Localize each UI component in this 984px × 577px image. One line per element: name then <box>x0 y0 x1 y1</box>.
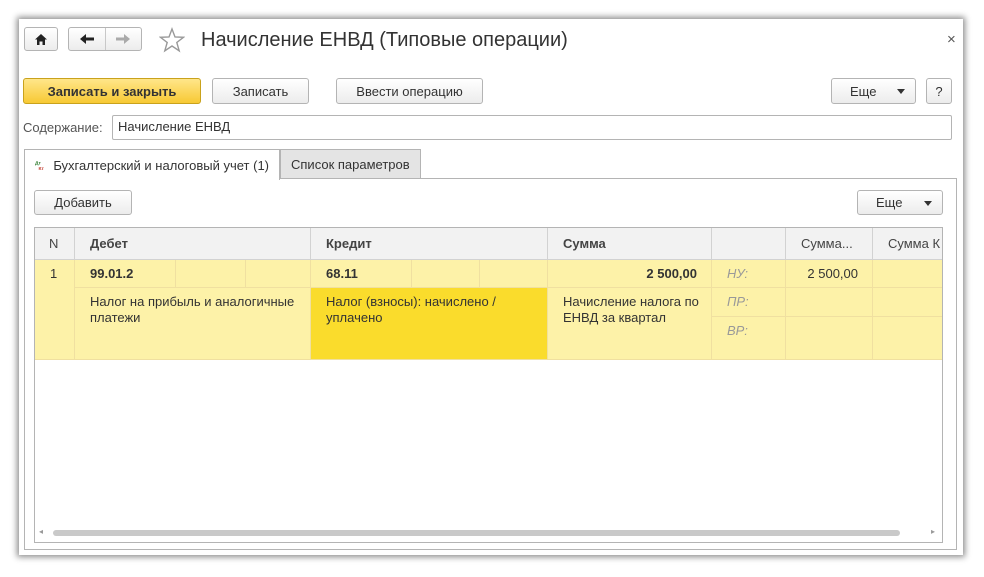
star-icon <box>158 27 186 53</box>
home-icon <box>35 33 47 45</box>
tab-accounting-label: Бухгалтерский и налоговый учет (1) <box>53 157 269 173</box>
horizontal-scrollbar[interactable] <box>53 530 900 536</box>
save-button[interactable]: Записать <box>212 78 309 104</box>
cell-debit-subconto[interactable]: Налог на прибыль и аналогичные платежи <box>75 288 311 360</box>
cell-vr-amount-k[interactable] <box>873 317 942 360</box>
column-header-tax-type[interactable] <box>712 228 786 260</box>
arrow-left-icon <box>79 34 94 44</box>
scroll-left-icon[interactable]: ◂ <box>39 527 43 536</box>
page-title: Начисление ЕНВД (Типовые операции) <box>201 29 568 51</box>
cell-pr-label: ПР: <box>712 288 786 317</box>
cell-vr-label: ВР: <box>712 317 786 360</box>
table-more-button[interactable]: Еще <box>857 190 943 215</box>
tab-parameters-label: Список параметров <box>291 157 410 172</box>
cell-nu-amount[interactable]: 2 500,00 <box>786 260 873 288</box>
form-window: Начисление ЕНВД (Типовые операции) × Зап… <box>19 19 963 555</box>
column-header-debit[interactable]: Дебет <box>75 228 311 260</box>
cell-row-number[interactable]: 1 <box>35 260 75 360</box>
forward-button[interactable] <box>104 28 142 50</box>
cell-nu-amount-k[interactable] <box>873 260 942 288</box>
cell-nu-label: НУ: <box>712 260 786 288</box>
column-header-amount[interactable]: Сумма <box>548 228 712 260</box>
triangle-down-icon <box>897 89 905 94</box>
back-button[interactable] <box>69 28 105 50</box>
content-label: Содержание: <box>23 120 103 135</box>
tab-panel-accounting: Добавить Еще N Дебет Кредит Сумма Сумма.… <box>24 178 957 550</box>
cell-debit-extra-1[interactable] <box>176 260 246 288</box>
save-and-close-button[interactable]: Записать и закрыть <box>23 78 201 104</box>
cell-amount[interactable]: 2 500,00 <box>548 260 712 288</box>
home-button[interactable] <box>24 27 58 51</box>
svg-text:Кт: Кт <box>39 166 45 172</box>
favorite-button[interactable] <box>158 27 186 53</box>
cell-credit-subconto[interactable]: Налог (взносы): начислено / уплачено <box>311 288 548 360</box>
column-header-amount-k[interactable]: Сумма К <box>873 228 942 260</box>
cell-content[interactable]: Начисление налога по ЕНВД за квартал <box>548 288 712 360</box>
cell-credit-extra-2[interactable] <box>480 260 548 288</box>
tab-parameters[interactable]: Список параметров <box>280 149 421 179</box>
cell-pr-amount-k[interactable] <box>873 288 942 317</box>
cell-debit-account[interactable]: 99.01.2 <box>75 260 176 288</box>
history-navigation <box>68 27 142 51</box>
title-bar: Начисление ЕНВД (Типовые операции) × <box>19 19 963 63</box>
help-button[interactable]: ? <box>926 78 952 104</box>
svg-text:Дт: Дт <box>35 160 42 166</box>
content-input[interactable]: Начисление ЕНВД <box>112 115 952 140</box>
scroll-right-icon[interactable]: ▸ <box>931 527 935 536</box>
cell-credit-account[interactable]: 68.11 <box>311 260 412 288</box>
close-button[interactable]: × <box>947 31 956 48</box>
tab-accounting[interactable]: Дт Кт Бухгалтерский и налоговый учет (1) <box>24 149 280 180</box>
column-header-credit[interactable]: Кредит <box>311 228 548 260</box>
more-button[interactable]: Еще <box>831 78 916 104</box>
more-button-label: Еще <box>850 83 877 99</box>
table-more-button-label: Еще <box>876 195 903 210</box>
add-button[interactable]: Добавить <box>34 190 132 215</box>
column-header-n[interactable]: N <box>35 228 75 260</box>
cell-debit-extra-2[interactable] <box>246 260 311 288</box>
cell-pr-amount[interactable] <box>786 288 873 317</box>
cell-vr-amount[interactable] <box>786 317 873 360</box>
enter-operation-button[interactable]: Ввести операцию <box>336 78 483 104</box>
triangle-down-icon <box>924 201 932 206</box>
dt-kt-icon: Дт Кт <box>35 160 45 172</box>
column-header-amount-nu[interactable]: Сумма... <box>786 228 873 260</box>
cell-credit-extra-1[interactable] <box>412 260 480 288</box>
entries-table[interactable]: N Дебет Кредит Сумма Сумма... Сумма К 1 … <box>34 227 943 543</box>
arrow-right-icon <box>116 34 131 44</box>
